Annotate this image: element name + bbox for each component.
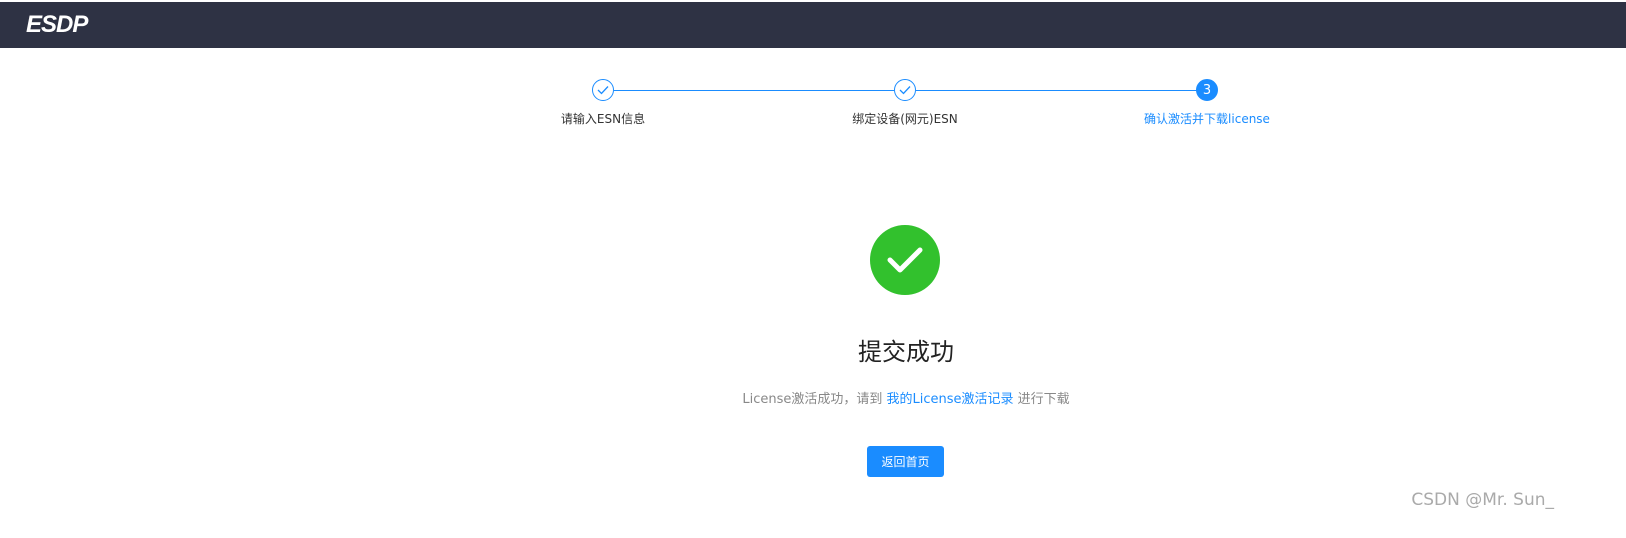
step-3-number: 3: [1196, 79, 1218, 101]
esdp-logo[interactable]: ESDP: [26, 11, 88, 39]
activation-records-link[interactable]: 我的License激活记录: [887, 392, 1014, 407]
result-title: 提交成功: [858, 338, 954, 366]
description-suffix: 进行下载: [1013, 392, 1070, 407]
step-connector-1: [614, 90, 894, 91]
step-2-check-icon: [894, 79, 916, 101]
step-2-label: 绑定设备(网元)ESN: [852, 112, 958, 126]
result-description: License激活成功，请到 我的License激活记录 进行下载: [0, 388, 1626, 407]
step-3-label: 确认激活并下载license: [1144, 112, 1270, 126]
description-prefix: License激活成功，请到: [742, 392, 887, 407]
watermark: CSDN @Mr. Sun_: [1411, 490, 1554, 510]
top-navbar: ESDP: [0, 2, 1626, 48]
success-check-icon: [870, 225, 940, 295]
step-1-label: 请输入ESN信息: [560, 112, 646, 126]
step-1-check-icon: [592, 79, 614, 101]
step-connector-2: [916, 90, 1197, 91]
return-home-button[interactable]: 返回首页: [867, 446, 944, 477]
progress-steps: 3 请输入ESN信息 绑定设备(网元)ESN 确认激活并下载license: [0, 78, 1626, 138]
